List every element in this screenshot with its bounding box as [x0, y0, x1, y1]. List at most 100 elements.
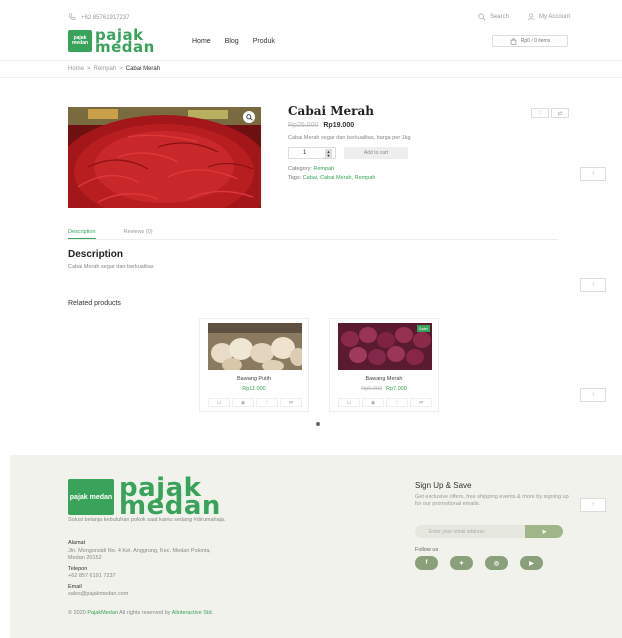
- scroll-top-button[interactable]: ↑: [580, 167, 606, 181]
- topbar: +62 85761917237 Search My Account: [0, 0, 622, 30]
- site-logo[interactable]: pajak medan pajak medan: [68, 28, 155, 56]
- old-price: Rp25.000: [288, 122, 319, 129]
- product-card-image[interactable]: Sale!: [338, 323, 432, 370]
- add-to-cart-button[interactable]: Add to cart: [344, 147, 408, 159]
- tags-label: Tags:: [288, 175, 302, 181]
- carousel-dot[interactable]: [316, 422, 320, 426]
- company-link[interactable]: Alinteractive Std.: [172, 610, 213, 616]
- zoom-icon[interactable]: [243, 111, 255, 123]
- category-label: Category:: [288, 166, 312, 172]
- compare-icon[interactable]: ⇄: [551, 108, 569, 118]
- twitter-icon[interactable]: ✦: [450, 556, 473, 570]
- product-title: Cabai Merah: [288, 104, 374, 118]
- quick-view-icon[interactable]: ◉: [362, 398, 384, 407]
- email-label: Email: [68, 583, 82, 590]
- breadcrumb: Home > Rempah > Cabai Merah: [68, 66, 160, 72]
- cart-icon[interactable]: ⊔: [208, 398, 230, 407]
- main-nav: Home Blog Produk: [192, 38, 275, 45]
- sale-badge: Sale!: [416, 325, 430, 332]
- wishlist-heart-icon[interactable]: ♡: [256, 398, 278, 407]
- search-icon: [478, 13, 486, 21]
- footer-logo-wordmark: pajak medan: [119, 475, 221, 521]
- product-card-price: Rp11.000: [242, 386, 266, 392]
- product-card-name[interactable]: Bawang Merah: [330, 376, 438, 382]
- arrow-up-icon: ↑: [591, 171, 595, 177]
- logo-bag-icon: pajak medan: [68, 30, 92, 52]
- product-card-price: Rp9.000 Rp7.000: [361, 386, 407, 392]
- breadcrumb-current: Cabai Merah: [125, 66, 161, 72]
- tab-description[interactable]: Description: [68, 229, 96, 239]
- product-image[interactable]: [68, 107, 261, 208]
- product-tabs: Description Reviews (0): [68, 229, 153, 239]
- product-card-image[interactable]: [208, 323, 306, 372]
- breadcrumb-home[interactable]: Home: [68, 66, 84, 72]
- nav-item-produk[interactable]: Produk: [253, 38, 275, 45]
- product-card[interactable]: Sale! Bawang Merah Rp9.000 Rp7.000 ⊔ ◉ ♡ …: [329, 318, 439, 412]
- product-prices: Rp25.000 Rp19.000: [288, 122, 354, 129]
- header: pajak medan pajak medan Home Blog Produk…: [0, 28, 622, 56]
- cart-button[interactable]: Rp0 / 0 items: [492, 35, 568, 47]
- follow-label: Follow us: [415, 547, 439, 553]
- phone-icon: [68, 13, 76, 23]
- product-meta: Category: Rempah Tags: Cabai, Cabai Mera…: [288, 165, 375, 183]
- description-title: Description: [68, 249, 124, 260]
- signup-text: Get exclusive offers, free shipping even…: [415, 494, 569, 507]
- quick-view-icon[interactable]: ◉: [232, 398, 254, 407]
- footer: pajak medan pajak medan Solusi belanja k…: [10, 455, 622, 638]
- arrow-up-icon: ↑: [591, 392, 595, 398]
- quantity-stepper[interactable]: 1 ▲ ▼: [288, 147, 336, 159]
- product-card[interactable]: Bawang Putih Rp11.000 ⊔ ◉ ♡ ⇄: [199, 318, 309, 412]
- footer-tagline: Solusi belanja kebutuhan pokok saat kamu…: [68, 517, 226, 523]
- scroll-top-button[interactable]: ↑: [580, 388, 606, 402]
- category-link[interactable]: Rempah: [313, 166, 334, 172]
- cart-label: Rp0 / 0 items: [520, 38, 551, 44]
- tab-reviews[interactable]: Reviews (0): [124, 229, 153, 239]
- cart-icon: [510, 37, 517, 45]
- breadcrumb-sep: >: [119, 66, 123, 72]
- tab-divider: [68, 239, 558, 240]
- search-link[interactable]: Search: [478, 13, 509, 21]
- phone-contact[interactable]: +62 85761917237: [68, 13, 130, 23]
- stepper-arrows-icon[interactable]: ▲ ▼: [325, 149, 332, 158]
- signup-title: Sign Up & Save: [415, 481, 472, 490]
- current-price: Rp19.000: [323, 122, 355, 129]
- product-card-actions: ⊔ ◉ ♡ ⇄: [208, 398, 302, 407]
- wishlist-heart-icon[interactable]: ♡: [386, 398, 408, 407]
- brand-link[interactable]: PajakMedan: [87, 610, 118, 616]
- youtube-icon[interactable]: ▶: [520, 556, 543, 570]
- tags-links[interactable]: Cabai, Cabai Merah, Rempah: [303, 175, 376, 181]
- topbar-links: Search My Account: [478, 13, 570, 21]
- search-label: Search: [489, 14, 509, 20]
- breadcrumb-category[interactable]: Rempah: [94, 66, 117, 72]
- email-link[interactable]: sales@pajakmedan.com: [68, 591, 228, 599]
- logo-text-2: medan: [119, 491, 221, 521]
- cart-icon[interactable]: ⊔: [338, 398, 360, 407]
- breadcrumb-bar: Home > Rempah > Cabai Merah: [0, 60, 622, 78]
- compare-icon[interactable]: ⇄: [280, 398, 302, 407]
- footer-logo[interactable]: pajak medan pajak medan: [68, 475, 221, 521]
- logo-bag-icon: pajak medan: [68, 479, 114, 515]
- instagram-icon[interactable]: ◎: [485, 556, 508, 570]
- logo-text-2: medan: [95, 38, 155, 56]
- scroll-top-button[interactable]: ↑: [580, 498, 606, 512]
- related-title: Related products: [68, 300, 121, 307]
- send-button[interactable]: ➤: [525, 525, 563, 538]
- garlic-image: [208, 323, 306, 372]
- account-label: My Account: [538, 14, 570, 20]
- phone-text: +62 857 6191 7237: [68, 573, 116, 579]
- scroll-top-button[interactable]: ↑: [580, 278, 606, 292]
- short-description: Cabai Merah segar dan berkualitas, harga…: [288, 135, 411, 141]
- compare-icon[interactable]: ⇄: [410, 398, 432, 407]
- nav-item-blog[interactable]: Blog: [225, 38, 239, 45]
- product-card-name[interactable]: Bawang Putih: [200, 376, 308, 382]
- product-card-actions: ⊔ ◉ ♡ ⇄: [338, 398, 432, 407]
- wishlist-heart-icon[interactable]: ♡: [531, 108, 549, 118]
- address-label: Alamat: [68, 540, 86, 546]
- account-link[interactable]: My Account: [527, 13, 570, 21]
- quantity-value: 1: [303, 150, 307, 156]
- chili-pile-image: [68, 107, 261, 208]
- nav-item-home[interactable]: Home: [192, 38, 211, 45]
- facebook-icon[interactable]: f: [415, 556, 438, 570]
- address-text: Jln. Mongonsidi No. 4 Kel. Anggrung, Kec…: [68, 547, 211, 562]
- description-text: Cabai Merah segar dan berkualitas: [68, 264, 154, 270]
